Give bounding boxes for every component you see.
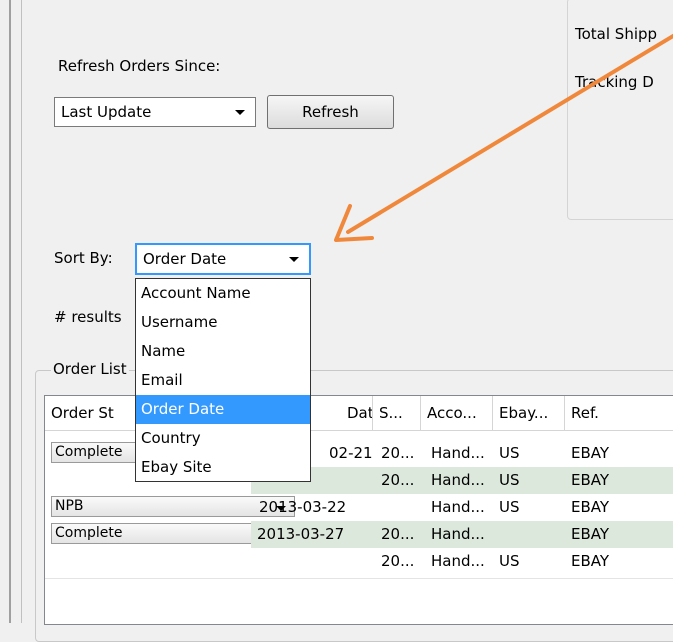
s-cell: 20... [381, 471, 415, 489]
sort-option-name[interactable]: Name [136, 337, 310, 366]
sort-option-ebay-site[interactable]: Ebay Site [136, 453, 310, 482]
ref-cell: EBAY [571, 471, 610, 489]
sort-option-account-name[interactable]: Account Name [136, 279, 310, 308]
refresh-since-value: Last Update [61, 103, 152, 121]
date-cell: 2013-03-22 [259, 498, 347, 516]
column-header-s[interactable]: S... [373, 396, 421, 430]
s-cell: 20... [381, 444, 415, 462]
column-header-account[interactable]: Acco... [421, 396, 493, 430]
ref-cell: EBAY [571, 498, 610, 516]
order-list-label: Order List [51, 360, 129, 378]
refresh-since-select[interactable]: Last Update [54, 97, 256, 127]
sort-by-select[interactable]: Order Date [135, 243, 311, 275]
date-cell: 2013-03-27 [251, 521, 375, 548]
sort-by-dropdown-list[interactable]: Account Name Username Name Email Order D… [135, 278, 311, 482]
ref-cell: EBAY [565, 521, 673, 548]
sort-option-order-date[interactable]: Order Date [136, 395, 310, 424]
account-cell: Hand... [431, 471, 485, 489]
table-row[interactable]: NPB 2013-03-22 Hand... US EBAY [45, 494, 673, 521]
tracking-label: Tracking D [575, 73, 654, 91]
account-cell: Hand... [421, 521, 493, 548]
account-cell: Hand... [431, 552, 485, 570]
ref-cell: EBAY [571, 444, 610, 462]
s-cell: 20... [375, 521, 421, 548]
account-cell: Hand... [431, 444, 485, 462]
total-shipping-label: Total Shipp [575, 25, 658, 43]
sort-option-email[interactable]: Email [136, 366, 310, 395]
sort-by-value: Order Date [143, 250, 227, 268]
results-count-label: # results [54, 308, 122, 326]
status-value: NPB [55, 498, 84, 514]
chevron-down-icon [235, 110, 245, 115]
ebay-cell: US [499, 498, 520, 516]
ref-cell: EBAY [571, 552, 610, 570]
refresh-button-label: Refresh [302, 103, 359, 121]
column-header-ebay[interactable]: Ebay... [493, 396, 565, 430]
status-value: Complete [55, 444, 123, 460]
chevron-down-icon [289, 257, 299, 262]
refresh-button[interactable]: Refresh [267, 95, 394, 129]
ebay-cell: US [499, 444, 520, 462]
date-cell: 02-21 [329, 444, 373, 462]
account-cell: Hand... [431, 498, 485, 516]
table-row[interactable]: 20... Hand... US EBAY [251, 467, 673, 494]
status-value: Complete [55, 525, 123, 541]
ebay-cell [493, 521, 565, 548]
row-divider [45, 578, 673, 579]
sort-option-country[interactable]: Country [136, 424, 310, 453]
sort-option-username[interactable]: Username [136, 308, 310, 337]
table-row[interactable]: Complete 2013-03-27 20... Hand... EBAY [45, 521, 673, 548]
ebay-cell: US [499, 552, 520, 570]
column-header-ref[interactable]: Ref. [565, 396, 673, 430]
s-cell [375, 494, 421, 521]
sort-by-label: Sort By: [54, 249, 113, 267]
s-cell: 20... [381, 552, 415, 570]
ebay-cell: US [499, 471, 520, 489]
window-border-left [9, 0, 11, 623]
table-row[interactable]: 20... Hand... US EBAY [45, 548, 673, 575]
refresh-orders-label: Refresh Orders Since: [58, 57, 221, 75]
window-border-inner [21, 0, 22, 623]
